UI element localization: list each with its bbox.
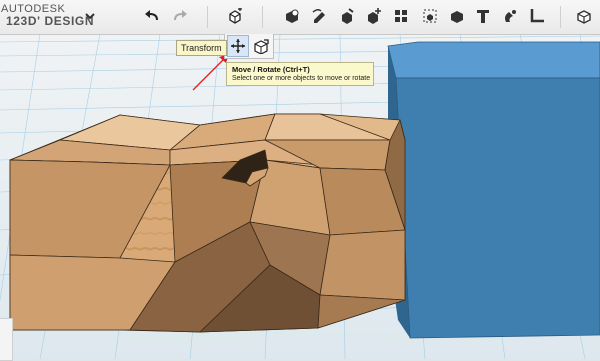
move-rotate-button[interactable] [227,35,249,57]
blue-box-model[interactable] [387,41,600,339]
snap-icon[interactable] [500,6,520,26]
transform-label: Transform [176,40,227,56]
chevron-down-icon[interactable] [80,6,100,26]
material-icon[interactable] [574,6,594,26]
transform-subtoolbar [224,34,274,59]
grouping-icon[interactable] [420,6,440,26]
blue-box-top [387,41,600,79]
undo-icon[interactable] [142,6,162,26]
transform-icon[interactable] [225,6,245,26]
blue-box-front [395,77,600,339]
wood-facet [319,229,406,301]
side-panel-edge[interactable] [0,318,13,361]
toolbar-separator [560,6,561,28]
sketch-icon[interactable] [310,6,330,26]
scale-button[interactable] [250,35,272,57]
combine-icon[interactable] [447,6,467,26]
viewport[interactable] [0,0,600,359]
tooltip-title: Move / Rotate (Ctrl+T) [232,65,310,74]
move-rotate-icon [231,39,245,53]
toolbar-separator [207,6,208,28]
modify-icon[interactable] [364,6,384,26]
scale-icon [253,38,269,54]
main-toolbar: AUTODESK 123D' DESIGN [0,0,600,35]
redo-icon[interactable] [170,6,190,26]
primitives-icon[interactable] [282,6,302,26]
move-rotate-tooltip: Move / Rotate (Ctrl+T) Select one or mor… [226,62,374,86]
pattern-icon[interactable] [391,6,411,26]
measure-icon[interactable] [527,6,547,26]
construct-icon[interactable] [337,6,357,26]
tooltip-description: Select one or more objects to move or ro… [232,75,371,82]
toolbar-separator [262,6,263,28]
wooden-model[interactable] [9,113,406,333]
text-icon[interactable] [473,6,493,26]
